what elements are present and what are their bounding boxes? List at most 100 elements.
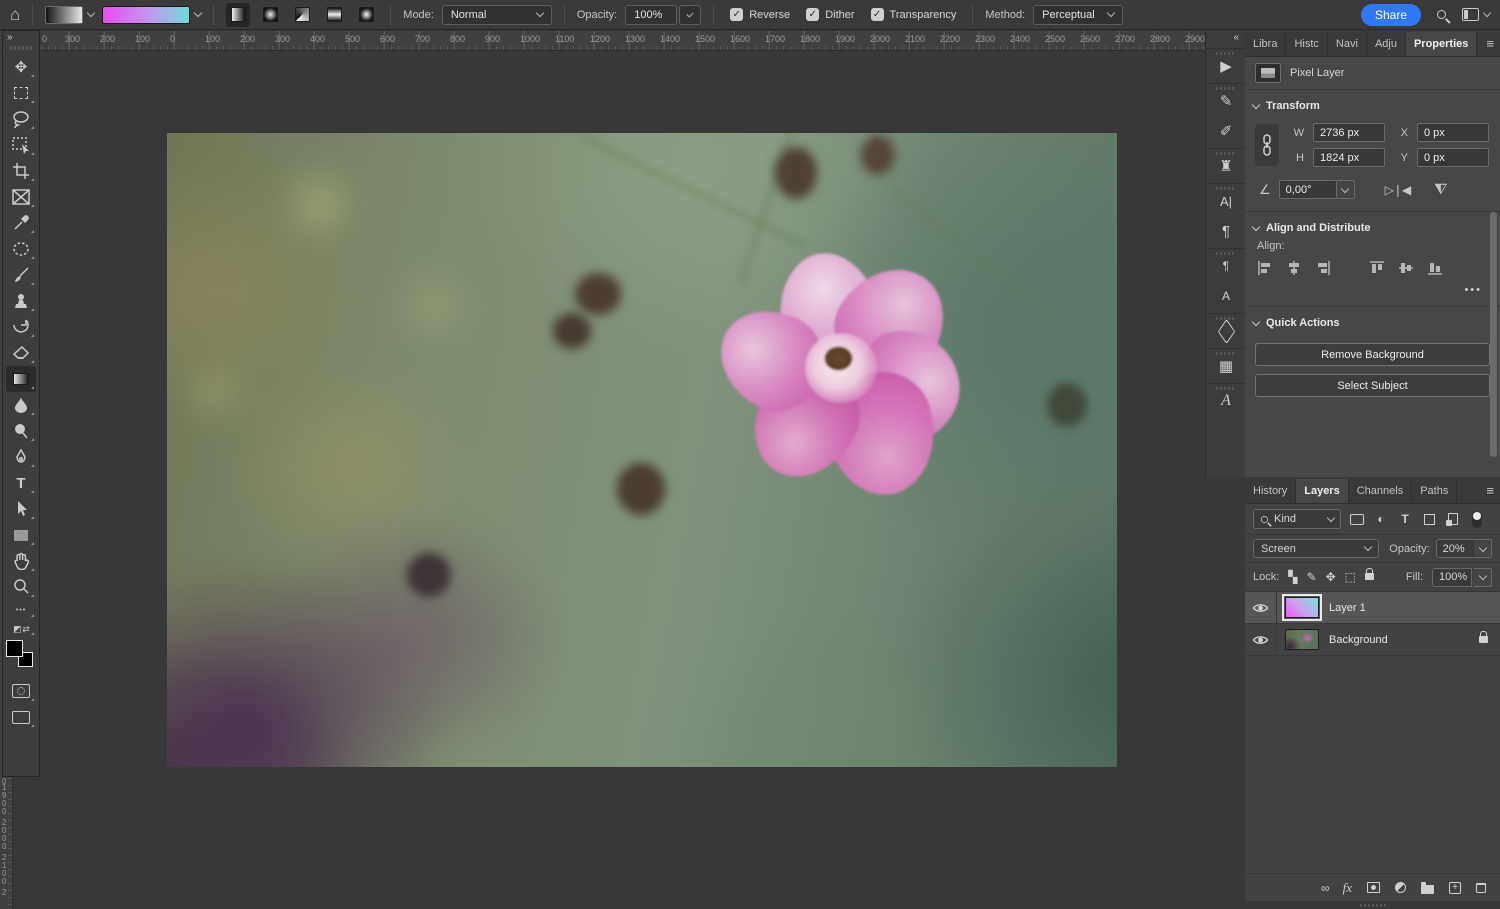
transparency-checkbox[interactable]: ✓ Transparency [871,8,957,21]
layer-name[interactable]: Background [1329,634,1388,646]
new-group-button[interactable] [1421,882,1434,894]
dodge-tool[interactable] [6,418,36,444]
character-styles-panel-button[interactable]: ¶ [1206,251,1246,281]
share-button[interactable]: Share [1361,4,1421,26]
tab-channels[interactable]: Channels [1349,479,1412,503]
eyedropper-tool[interactable] [6,210,36,236]
rotation-dropdown-button[interactable] [1337,180,1355,199]
select-subject-button[interactable]: Select Subject [1255,374,1490,397]
align-bottom-edges-button[interactable] [1427,260,1443,276]
character-panel-button[interactable]: A| [1206,186,1246,216]
top-ruler[interactable]: 0300200100010020030040050060070080090010… [0,31,1205,51]
filter-pixel-layers-button[interactable] [1349,514,1365,525]
document-canvas[interactable] [167,133,1117,767]
type-tool[interactable]: T [6,470,36,496]
align-section-header[interactable]: Align and Distribute [1245,212,1500,240]
angle-gradient-button[interactable] [290,3,314,27]
lasso-tool[interactable] [6,106,36,132]
tab-paths[interactable]: Paths [1412,479,1457,503]
align-top-edges-button[interactable] [1369,260,1385,276]
linear-gradient-button[interactable] [226,3,250,27]
object-selection-tool[interactable] [6,132,36,158]
height-field[interactable]: 1824 px [1313,148,1385,167]
history-brush-tool[interactable] [6,314,36,340]
toolbar-collapse-button[interactable]: » [3,31,39,45]
search-icon[interactable] [1437,10,1446,19]
path-selection-tool[interactable] [6,496,36,522]
paragraph-styles-panel-button[interactable]: A [1206,281,1246,311]
properties-scrollbar[interactable] [1490,212,1497,457]
clone-source-panel-button[interactable]: ♜ [1206,151,1246,181]
glyphs-panel-button[interactable]: A [1206,386,1246,416]
filter-adjustment-layers-button[interactable]: ◐ [1373,512,1389,526]
panel-menu-icon[interactable]: ≡ [1486,36,1494,51]
filter-shape-layers-button[interactable] [1421,514,1437,525]
edit-toolbar-button[interactable]: ••• [6,600,36,620]
blend-mode-select[interactable]: Screen [1253,539,1379,558]
layer-row-background[interactable]: Background [1245,624,1500,656]
constrain-proportions-button[interactable] [1255,124,1279,166]
lock-artboard-button[interactable]: ⬚ [1345,570,1356,584]
align-left-edges-button[interactable] [1257,260,1273,276]
zoom-tool[interactable] [6,574,36,600]
transform-section-header[interactable]: Transform [1245,90,1500,118]
layer-fill-field[interactable]: 100% [1432,568,1472,587]
tab-histogram[interactable]: Histc [1286,32,1327,56]
rotation-field[interactable]: 0,00° [1279,180,1337,199]
layer-visibility-toggle[interactable] [1245,592,1277,623]
flip-horizontal-button[interactable]: ▷❘◀ [1385,183,1411,197]
new-layer-button[interactable]: + [1449,882,1461,894]
diamond-gradient-button[interactable] [354,3,378,27]
reflected-gradient-button[interactable] [322,3,346,27]
layer-styles-button[interactable]: fx [1343,880,1352,896]
lock-paint-button[interactable]: ✎ [1307,570,1317,584]
opacity-field[interactable]: 100% [625,5,677,25]
tab-adjustments[interactable]: Adju [1367,32,1406,56]
canvas-area[interactable] [13,51,1205,909]
panel-resize-grip[interactable] [1245,901,1500,909]
brush-settings-panel-button[interactable]: ✎ [1206,86,1246,116]
gradient-tool[interactable] [6,366,36,392]
delete-layer-button[interactable] [1476,883,1486,893]
3d-panel-button[interactable] [1206,316,1246,346]
align-right-edges-button[interactable] [1315,260,1331,276]
gradient-picker[interactable] [102,6,201,24]
layer-thumbnail[interactable] [1285,629,1319,650]
color-swatches[interactable] [6,640,36,672]
filter-kind-select[interactable]: Kind [1253,509,1341,529]
crop-tool[interactable] [6,158,36,184]
actions-panel-button[interactable]: ▶ [1206,51,1246,81]
lock-all-button[interactable] [1365,571,1374,583]
layer-thumbnail[interactable] [1285,597,1319,618]
new-adjustment-layer-button[interactable] [1395,882,1406,893]
blur-tool[interactable] [6,392,36,418]
dither-checkbox[interactable]: ✓ Dither [806,8,854,21]
filter-smart-objects-button[interactable] [1445,513,1461,525]
quick-actions-section-header[interactable]: Quick Actions [1245,307,1500,335]
workspace-switcher[interactable] [1462,8,1490,21]
width-field[interactable]: 2736 px [1313,123,1385,142]
clone-stamp-tool[interactable] [6,288,36,314]
tab-navigator[interactable]: Navi [1328,32,1367,56]
tool-preset-picker[interactable] [45,6,94,24]
method-select[interactable]: Perceptual [1033,5,1123,25]
hand-tool[interactable] [6,548,36,574]
quick-mask-button[interactable] [6,678,36,704]
tab-layers[interactable]: Layers [1296,479,1348,503]
eraser-tool[interactable] [6,340,36,366]
home-icon[interactable]: ⌂ [10,5,20,25]
x-field[interactable]: 0 px [1417,123,1489,142]
toolbar-grip[interactable] [10,46,32,50]
frame-tool[interactable] [6,184,36,210]
layer-visibility-toggle[interactable] [1245,624,1277,655]
swap-colors-button[interactable]: ◩ ⇄ [6,620,36,638]
filter-type-layers-button[interactable]: T [1397,512,1413,526]
tab-history[interactable]: History [1245,479,1296,503]
healing-brush-tool[interactable] [6,236,36,262]
opacity-dropdown-button[interactable] [679,5,701,25]
panels-collapse-button[interactable]: « [1206,30,1245,48]
foreground-color-swatch[interactable] [6,640,23,657]
paragraph-panel-button[interactable]: ¶ [1206,216,1246,246]
filtering-toggle[interactable] [1469,511,1485,528]
flip-vertical-button[interactable]: ⧨ [1434,181,1446,198]
